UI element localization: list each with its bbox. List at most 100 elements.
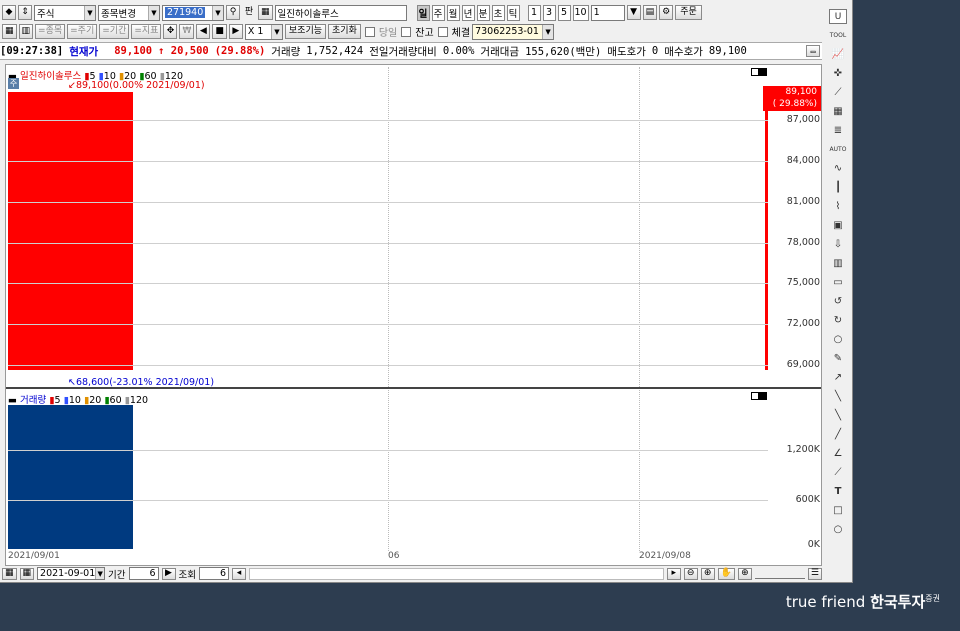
calendar-range-icon[interactable]: ▦ <box>19 567 35 580</box>
fib-icon[interactable]: ≣ <box>829 123 847 138</box>
chevron-down-icon[interactable]: ▼ <box>626 5 641 20</box>
scroll-right-icon[interactable]: ▸ <box>666 567 681 580</box>
redo-icon[interactable]: ↻ <box>829 313 847 328</box>
arrow-icon[interactable]: ↗ <box>829 370 847 385</box>
market-combo[interactable]: 주식 ▼ <box>34 4 96 21</box>
trend-icon[interactable]: ⟋ <box>829 85 847 100</box>
close-icon[interactable] <box>759 68 767 76</box>
stop-icon[interactable]: ■ <box>212 24 227 39</box>
period-input[interactable]: 6 <box>128 567 159 580</box>
diag-icon[interactable]: ╲ <box>829 389 847 404</box>
grid-line-v <box>639 67 640 551</box>
period-month[interactable]: 월 <box>446 4 460 21</box>
cycle-button[interactable]: =주기 <box>67 24 98 39</box>
interval-1[interactable]: 1 <box>527 4 541 21</box>
angle-icon[interactable]: ∠ <box>829 446 847 461</box>
zoom-in-icon[interactable]: ⊕ <box>700 567 715 580</box>
stock-change-combo[interactable]: 종목변경 ▼ <box>98 4 160 21</box>
line-icon[interactable]: ⌇ <box>829 199 847 214</box>
nav-updown-icon[interactable]: ◆ <box>2 5 16 20</box>
account-combo[interactable]: 73062253-01 ▼ <box>472 23 555 40</box>
grid-icon[interactable]: ▦ <box>829 104 847 119</box>
period-second[interactable]: 초 <box>491 4 505 21</box>
reset-button[interactable]: 초기화 <box>328 24 361 39</box>
aux-function-button[interactable]: 보조기능 <box>284 24 327 39</box>
rewind-icon[interactable]: ◀ <box>196 24 211 39</box>
zoom-icon[interactable]: ○ <box>829 332 847 347</box>
stock-name-field[interactable]: 일진하이솔루스 <box>274 4 407 21</box>
gear-icon[interactable]: ⚙ <box>659 5 674 20</box>
pencil-icon[interactable]: ✎ <box>829 351 847 366</box>
items-button[interactable]: =종목 <box>35 24 66 39</box>
diag2-icon[interactable]: ╲ <box>829 408 847 423</box>
lookup-icon[interactable]: ▶ <box>161 567 176 580</box>
zoom-slider[interactable] <box>754 569 805 579</box>
zoom-out-icon[interactable]: ⊖ <box>683 567 698 580</box>
wave-icon[interactable]: ∿ <box>829 161 847 176</box>
volume-tick-label: 1,200K <box>786 444 820 456</box>
stock-badge-icon[interactable]: 주 <box>8 78 19 89</box>
order-button[interactable]: 주문 <box>675 5 702 20</box>
undo-icon[interactable]: ↺ <box>829 294 847 309</box>
crosshair-icon[interactable]: ✜ <box>829 66 847 81</box>
auto-icon[interactable]: AUTO <box>829 142 847 157</box>
ruler-icon[interactable]: ⟋ <box>829 465 847 480</box>
date-combo[interactable]: 2021-09-01 ▼ <box>37 567 106 580</box>
menu-icon[interactable]: ☰ <box>807 567 822 580</box>
window-icon[interactable]: ▭ <box>829 275 847 290</box>
grid-line-h <box>8 323 768 325</box>
grid-line-h <box>8 201 768 203</box>
interval-3[interactable]: 3 <box>542 4 556 21</box>
balance-checkbox[interactable] <box>401 26 412 37</box>
tool-icon[interactable]: TOOL <box>829 28 847 43</box>
panel-divider[interactable] <box>6 387 821 389</box>
hand-icon[interactable]: ✋ <box>717 567 735 580</box>
interval-input[interactable]: 1 <box>590 4 625 21</box>
stock-change-label: 종목변경 <box>101 8 136 20</box>
u-button[interactable]: U <box>829 9 847 24</box>
range-button[interactable]: =기간 <box>99 24 130 39</box>
circle-icon[interactable]: ○ <box>829 522 847 537</box>
price-tick-label: 72,000 <box>786 317 820 329</box>
zoom-icon[interactable]: ⊕ <box>737 567 752 580</box>
indicator-button[interactable]: =지표 <box>131 24 162 39</box>
today-checkbox[interactable] <box>364 26 375 37</box>
move-icon[interactable]: ✥ <box>163 24 178 39</box>
period-tick[interactable]: 틱 <box>506 4 520 21</box>
chart-type-icon[interactable]: 판 <box>242 5 256 20</box>
stock-icon: ▦ <box>258 5 273 20</box>
chart-icon[interactable]: 📈 <box>829 47 847 62</box>
minimize-icon[interactable] <box>751 68 759 76</box>
multiplier-combo[interactable]: X 1 ▼ <box>244 23 283 40</box>
period-day[interactable]: 일 <box>416 4 430 21</box>
calendar-icon[interactable]: ▦ <box>2 567 17 580</box>
compare-icon[interactable]: ₩ <box>179 24 195 39</box>
horizontal-scrollbar[interactable] <box>249 567 664 580</box>
rect-icon[interactable]: □ <box>829 503 847 518</box>
stock-code-input[interactable]: 271940 ▼ <box>162 4 224 21</box>
download-icon[interactable]: ⇩ <box>829 237 847 252</box>
quote-toggle-icon[interactable]: ▭ <box>806 45 820 57</box>
candle-icon[interactable]: ┃ <box>829 180 847 195</box>
period-week[interactable]: 주 <box>431 4 445 21</box>
slash-icon[interactable]: ╱ <box>829 427 847 442</box>
search-icon[interactable]: ⚲ <box>226 5 240 20</box>
close-icon[interactable] <box>759 392 767 400</box>
view-label: 조회 <box>178 569 196 581</box>
scroll-left-icon[interactable]: ◂ <box>232 567 246 580</box>
play-icon[interactable]: ▶ <box>228 24 243 39</box>
box-icon[interactable]: ▣ <box>829 218 847 233</box>
layout-icon[interactable]: ▤ <box>642 5 658 20</box>
interval-5[interactable]: 5 <box>557 4 571 21</box>
view-input[interactable]: 6 <box>199 567 229 580</box>
minimize-icon[interactable] <box>751 392 759 400</box>
split-icon[interactable]: ▥ <box>18 24 34 39</box>
text-icon[interactable]: T <box>829 484 847 499</box>
period-year[interactable]: 년 <box>461 4 475 21</box>
table-icon[interactable]: ▥ <box>829 256 847 271</box>
period-minute[interactable]: 분 <box>476 4 490 21</box>
interval-10[interactable]: 10 <box>572 4 589 21</box>
fill-checkbox[interactable] <box>437 26 448 37</box>
grid-icon[interactable]: ▦ <box>2 24 17 39</box>
nav-arrows-icon[interactable]: ⇕ <box>18 5 32 20</box>
